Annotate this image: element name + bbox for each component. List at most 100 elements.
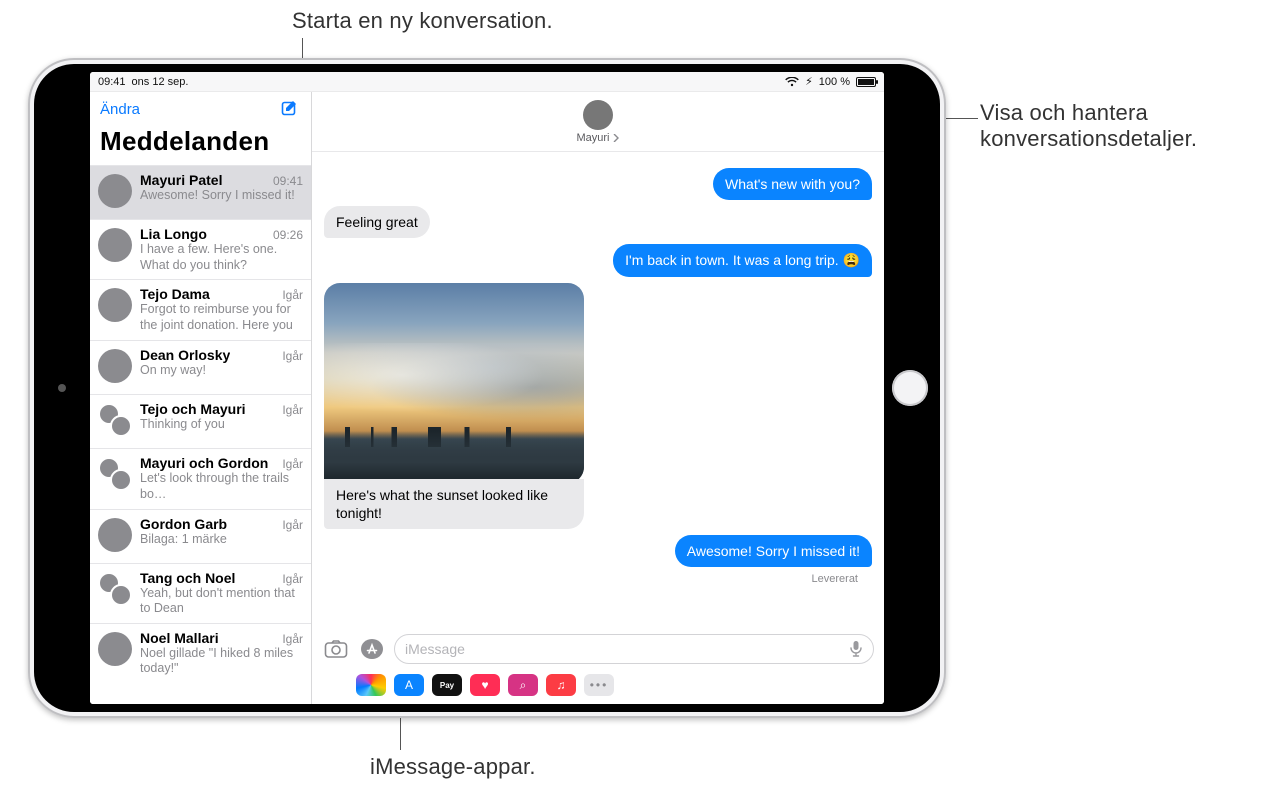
callout-details: Visa och hantera konversationsdetaljer.: [980, 100, 1270, 152]
status-battery-pct: 100 %: [819, 76, 850, 88]
callout-compose: Starta en ny konversation.: [292, 8, 553, 34]
conversation-item[interactable]: Tang och Noel IgårYeah, but don't mention…: [90, 563, 311, 623]
avatar: [98, 518, 132, 552]
conversation-item[interactable]: Tejo och Mayuri IgårThinking of you: [90, 394, 311, 448]
avatar: [98, 349, 132, 383]
conversation-time: Igår: [282, 572, 303, 586]
callout-apps: iMessage-appar.: [370, 754, 536, 780]
conversation-time: Igår: [282, 403, 303, 417]
appstore-icon: [360, 638, 384, 660]
imessage-app-pay[interactable]: Pay: [432, 674, 462, 696]
message-sent: What's new with you?: [324, 168, 872, 200]
camera-button[interactable]: [322, 635, 350, 663]
message-sent: Awesome! Sorry I missed it!: [324, 535, 872, 567]
wifi-icon: [785, 77, 799, 87]
delivered-label: Levererat: [324, 573, 858, 585]
message-list[interactable]: What's new with you? Feeling great I'm b…: [312, 152, 884, 628]
avatar: [98, 457, 132, 491]
battery-icon: [856, 77, 876, 87]
ipad-frame: 09:41 ons 12 sep. ⚡︎ 100 % Ändra: [28, 58, 946, 718]
imessage-app-photos[interactable]: [356, 674, 386, 696]
imessage-app-more[interactable]: •••: [584, 674, 614, 696]
message-bubble[interactable]: Here's what the sunset looked like tonig…: [324, 479, 584, 529]
conversation-item[interactable]: Noel Mallari IgårNoel gillade "I hiked 8 …: [90, 623, 311, 683]
status-time: 09:41: [98, 76, 126, 88]
conversation-name: Mayuri och Gordon: [140, 455, 268, 471]
screen: 09:41 ons 12 sep. ⚡︎ 100 % Ändra: [90, 72, 884, 704]
conversation-name: Dean Orlosky: [140, 347, 230, 363]
front-camera: [58, 384, 66, 392]
status-charging-icon: ⚡︎: [805, 75, 813, 88]
conversation-preview: Let's look through the trails bo…: [140, 471, 303, 502]
conversation-header[interactable]: Mayuri: [312, 92, 884, 152]
conversation-name: Mayuri Patel: [140, 172, 222, 188]
conversation-name: Tejo och Mayuri: [140, 401, 246, 417]
sidebar: Ändra Meddelanden Mayuri Patel 09:41Aweso…: [90, 92, 312, 704]
contact-avatar: [583, 100, 613, 130]
conversation-name: Lia Longo: [140, 226, 207, 242]
conversation-time: 09:41: [273, 174, 303, 188]
conversation-time: Igår: [282, 457, 303, 471]
avatar: [98, 174, 132, 208]
conversation-time: 09:26: [273, 228, 303, 242]
conversation-name: Gordon Garb: [140, 516, 227, 532]
input-row: iMessage: [312, 628, 884, 670]
messages-app: Ändra Meddelanden Mayuri Patel09:41Aweso…: [90, 92, 884, 704]
mic-icon[interactable]: [849, 640, 863, 658]
conversation-list[interactable]: Mayuri Patel 09:41Awesome! Sorry I missed…: [90, 165, 311, 704]
compose-icon: [280, 99, 300, 119]
imessage-app-music[interactable]: ♫: [546, 674, 576, 696]
conversation-item[interactable]: Mayuri Patel 09:41Awesome! Sorry I missed…: [90, 165, 311, 219]
message-bubble[interactable]: Feeling great: [324, 206, 430, 238]
message-bubble[interactable]: I'm back in town. It was a long trip. 😩: [613, 244, 872, 276]
imessage-app-heart[interactable]: ♥: [470, 674, 500, 696]
conversation-preview: Thinking of you: [140, 417, 303, 433]
message-placeholder: iMessage: [405, 641, 465, 657]
contact-name: Mayuri: [576, 132, 609, 144]
conversation-time: Igår: [282, 349, 303, 363]
imessage-app-search[interactable]: ⌕: [508, 674, 538, 696]
conversation-time: Igår: [282, 288, 303, 302]
compose-button[interactable]: [279, 98, 301, 120]
message-bubble[interactable]: What's new with you?: [713, 168, 872, 200]
conversation-item[interactable]: Tejo Dama IgårForgot to reimburse you for…: [90, 279, 311, 340]
conversation-item[interactable]: Dean Orlosky IgårOn my way!: [90, 340, 311, 394]
sidebar-title: Meddelanden: [90, 124, 311, 165]
conversation-preview: On my way!: [140, 363, 303, 379]
message-sent: I'm back in town. It was a long trip. 😩: [324, 244, 872, 276]
status-date: ons 12 sep.: [132, 76, 189, 88]
conversation-name: Tejo Dama: [140, 286, 210, 302]
message-received: Feeling great: [324, 206, 872, 238]
avatar: [98, 403, 132, 437]
conversation-preview: I have a few. Here's one. What do you th…: [140, 242, 303, 273]
conversation-item[interactable]: Mayuri och Gordon IgårLet's look through …: [90, 448, 311, 508]
message-image[interactable]: [324, 283, 584, 483]
conversation-preview: Forgot to reimburse you for the joint do…: [140, 302, 303, 334]
avatar: [98, 572, 132, 606]
conversation-time: Igår: [282, 632, 303, 646]
avatar: [98, 228, 132, 262]
sunset-image: [324, 283, 584, 483]
conversation-preview: Noel gillade "I hiked 8 miles today!": [140, 646, 303, 677]
home-button[interactable]: [892, 370, 928, 406]
apps-button[interactable]: [358, 635, 386, 663]
imessage-app-strip[interactable]: A Pay ♥ ⌕ ♫ •••: [312, 670, 884, 704]
imessage-app-store[interactable]: A: [394, 674, 424, 696]
conversation-time: Igår: [282, 518, 303, 532]
avatar: [98, 288, 132, 322]
message-bubble[interactable]: Awesome! Sorry I missed it!: [675, 535, 872, 567]
transcript-pane: Mayuri What's new with you? Feeling grea…: [312, 92, 884, 704]
conversation-preview: Awesome! Sorry I missed it!: [140, 188, 303, 204]
conversation-preview: Yeah, but don't mention that to Dean: [140, 586, 303, 617]
conversation-item[interactable]: Lia Longo 09:26I have a few. Here's one. …: [90, 219, 311, 279]
message-received-image: Here's what the sunset looked like tonig…: [324, 283, 872, 529]
conversation-item[interactable]: Gordon GarbIgårBilaga: 1 märke: [90, 509, 311, 563]
chevron-right-icon: [612, 134, 620, 142]
message-input[interactable]: iMessage: [394, 634, 874, 664]
edit-button[interactable]: Ändra: [100, 101, 140, 118]
status-bar: 09:41 ons 12 sep. ⚡︎ 100 %: [90, 72, 884, 92]
conversation-name: Tang och Noel: [140, 570, 235, 586]
avatar: [98, 632, 132, 666]
camera-icon: [324, 639, 348, 659]
conversation-name: Noel Mallari: [140, 630, 219, 646]
